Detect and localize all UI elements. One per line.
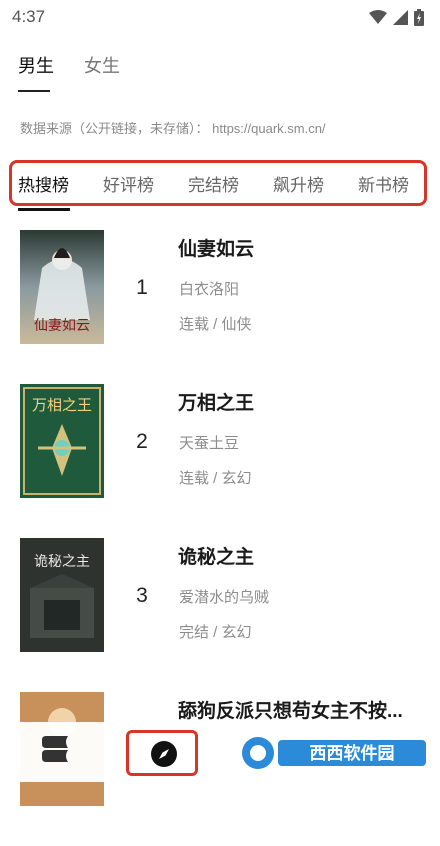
book-cover: 仙妻如云 [20, 230, 104, 344]
status-time: 4:37 [12, 7, 46, 26]
rank-tabs: 热搜榜 好评榜 完结榜 飙升榜 新书榜 [18, 163, 424, 203]
book-author: 爱潜水的乌贼 [179, 589, 270, 606]
book-item[interactable]: 仙妻如云 1 仙妻如云 白衣洛阳 连载 / 仙侠 [0, 230, 440, 384]
book-title: 诡秘之主 [178, 547, 255, 568]
tab-hot-search[interactable]: 热搜榜 [18, 171, 69, 196]
wifi-icon [369, 9, 387, 24]
book-cover: 诡秘之主 [20, 538, 104, 652]
bookshelf-icon[interactable] [38, 734, 72, 764]
book-item[interactable]: 诡秘之主 3 诡秘之主 爱潜水的乌贼 完结 / 玄幻 [0, 538, 440, 692]
signal-icon [393, 9, 408, 25]
rank-number: 1 [136, 276, 148, 299]
book-author: 白衣洛阳 [179, 281, 240, 298]
watermark-logo: 西西软件园 [242, 737, 426, 769]
book-title: 舔狗反派只想苟女主不按... [178, 701, 403, 722]
battery-charging-icon [414, 8, 424, 26]
cover-title-text: 仙妻如云 [34, 318, 90, 334]
cover-title-text: 万相之王 [32, 396, 92, 414]
book-status-genre: 连载 / 玄幻 [179, 470, 252, 487]
book-status-genre: 连载 / 仙侠 [179, 316, 252, 333]
status-icons [369, 8, 424, 26]
book-cover: 万相之王 [20, 384, 104, 498]
rank-number: 2 [136, 430, 148, 453]
rank-number: 3 [136, 584, 148, 607]
watermark-text: 西西软件园 [310, 743, 395, 764]
gender-tabs: 男生 女生 [18, 52, 120, 86]
book-item[interactable]: 万相之王 2 万相之王 天蚕土豆 连载 / 玄幻 [0, 384, 440, 538]
book-author: 天蚕土豆 [179, 435, 240, 452]
data-source-note: 数据来源（公开链接，未存储）： https://quark.sm.cn/ [20, 121, 326, 136]
active-tab-indicator [18, 90, 50, 92]
tab-completed[interactable]: 完结榜 [188, 171, 239, 196]
status-bar: 4:37 [0, 0, 440, 34]
tab-rising[interactable]: 飙升榜 [273, 171, 324, 196]
rank-tab-indicator [18, 208, 70, 211]
bottom-nav: 西西软件园 [0, 722, 440, 782]
tab-female[interactable]: 女生 [84, 52, 120, 86]
tab-male[interactable]: 男生 [18, 52, 54, 86]
tab-new-books[interactable]: 新书榜 [358, 171, 409, 196]
tab-top-rated[interactable]: 好评榜 [103, 171, 154, 196]
book-title: 万相之王 [178, 393, 255, 414]
book-status-genre: 完结 / 玄幻 [179, 624, 252, 641]
book-title: 仙妻如云 [178, 239, 255, 260]
compass-icon[interactable] [151, 741, 177, 767]
discover-highlight [126, 730, 198, 776]
cover-title-text: 诡秘之主 [34, 554, 90, 570]
rank-tabs-highlight: 热搜榜 好评榜 完结榜 飙升榜 新书榜 [9, 160, 427, 206]
